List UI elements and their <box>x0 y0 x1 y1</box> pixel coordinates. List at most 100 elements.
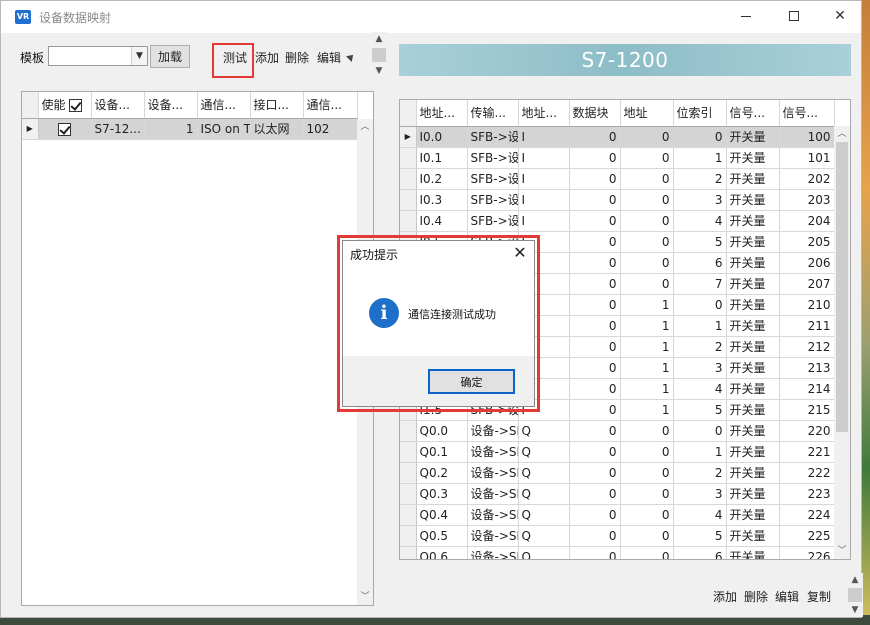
table-cell[interactable]: 开关量 <box>726 525 780 547</box>
table-cell[interactable]: 205 <box>779 231 835 253</box>
maximize-button[interactable] <box>771 1 817 31</box>
column-header[interactable]: 设备... <box>91 92 145 119</box>
table-cell[interactable]: 101 <box>779 147 835 169</box>
table-cell[interactable]: 0 <box>620 189 674 211</box>
table-cell[interactable]: 1 <box>620 294 674 316</box>
table-cell[interactable]: 设备->SFB <box>467 441 519 463</box>
table-cell[interactable]: 开关量 <box>726 336 780 358</box>
scroll-down-icon[interactable]: ▼ <box>847 603 863 617</box>
table-cell[interactable]: 222 <box>779 462 835 484</box>
table-cell[interactable]: 0 <box>620 231 674 253</box>
table-cell[interactable]: 1 <box>144 118 198 140</box>
column-header[interactable]: 信号... <box>726 100 780 127</box>
table-cell[interactable]: 221 <box>779 441 835 463</box>
table-row[interactable]: I0.2SFB->设备I002开关量202 <box>400 168 835 190</box>
table-cell[interactable]: 202 <box>779 168 835 190</box>
table-row[interactable]: ▶ S7-12... 1 ISO on TCP 以太网 102 <box>22 118 358 140</box>
table-cell[interactable]: 0 <box>569 399 621 421</box>
table-cell[interactable]: 0 <box>569 168 621 190</box>
table-cell[interactable]: 开关量 <box>726 168 780 190</box>
table-cell[interactable]: 223 <box>779 483 835 505</box>
bottom-delete-button[interactable]: 删除 <box>744 588 768 605</box>
table-row[interactable]: Q0.4设备->SFBQ004开关量224 <box>400 504 835 526</box>
table-cell[interactable]: SFB->设备 <box>467 210 519 232</box>
table-cell[interactable]: 设备->SFB <box>467 504 519 526</box>
table-cell[interactable]: 0 <box>569 336 621 358</box>
table-cell[interactable]: 设备->SFB <box>467 420 519 442</box>
table-cell[interactable]: 0 <box>620 546 674 559</box>
table-cell[interactable]: Q <box>518 525 570 547</box>
table-cell[interactable]: 开关量 <box>726 357 780 379</box>
table-cell[interactable]: 0 <box>620 168 674 190</box>
table-cell[interactable]: 211 <box>779 315 835 337</box>
table-row[interactable]: Q0.0设备->SFBQ000开关量220 <box>400 420 835 442</box>
table-cell[interactable]: 0 <box>569 252 621 274</box>
table-cell[interactable]: 开关量 <box>726 462 780 484</box>
table-cell[interactable]: 1 <box>673 441 727 463</box>
table-cell[interactable]: 207 <box>779 273 835 295</box>
right-grid-scrollbar[interactable]: ︿ ﹀ <box>834 126 850 559</box>
table-cell[interactable]: 0 <box>569 294 621 316</box>
table-row[interactable]: I0.4SFB->设备I004开关量204 <box>400 210 835 232</box>
table-cell[interactable]: 开关量 <box>726 294 780 316</box>
table-cell[interactable]: 开关量 <box>726 483 780 505</box>
table-cell[interactable]: 0 <box>620 126 674 148</box>
table-cell[interactable]: 225 <box>779 525 835 547</box>
select-all-checkbox[interactable] <box>69 99 83 113</box>
table-cell[interactable]: 0 <box>673 126 727 148</box>
table-cell[interactable]: SFB->设备 <box>467 189 519 211</box>
table-cell[interactable]: I0.2 <box>416 168 468 190</box>
table-cell[interactable]: Q <box>518 441 570 463</box>
table-cell[interactable]: 100 <box>779 126 835 148</box>
table-cell[interactable]: I <box>518 210 570 232</box>
table-cell[interactable]: Q0.3 <box>416 483 468 505</box>
column-header[interactable]: 地址... <box>518 100 570 127</box>
table-cell[interactable]: 0 <box>620 273 674 295</box>
table-cell[interactable]: 226 <box>779 546 835 559</box>
table-cell[interactable]: 3 <box>673 189 727 211</box>
table-cell[interactable]: 开关量 <box>726 273 780 295</box>
dialog-close-button[interactable]: ✕ <box>509 243 531 263</box>
bottom-toolbar-scrollbar[interactable]: ▲ ▼ <box>847 573 863 617</box>
table-cell[interactable]: Q <box>518 483 570 505</box>
table-cell[interactable]: Q <box>518 420 570 442</box>
table-cell[interactable]: Q0.6 <box>416 546 468 559</box>
table-row[interactable]: Q0.5设备->SFBQ005开关量225 <box>400 525 835 547</box>
scroll-up-icon[interactable]: ▲ <box>371 32 387 46</box>
table-cell[interactable]: 0 <box>569 357 621 379</box>
table-cell[interactable]: 4 <box>673 210 727 232</box>
test-button[interactable]: 测试 <box>223 49 247 66</box>
scroll-up-icon[interactable]: ︿ <box>834 126 850 142</box>
table-cell[interactable]: 3 <box>673 483 727 505</box>
table-cell[interactable]: 0 <box>673 420 727 442</box>
table-cell[interactable]: 开关量 <box>726 315 780 337</box>
table-cell[interactable]: Q0.2 <box>416 462 468 484</box>
column-header[interactable]: 传输... <box>467 100 519 127</box>
bottom-add-button[interactable]: 添加 <box>713 588 737 605</box>
table-cell[interactable]: 203 <box>779 189 835 211</box>
table-cell[interactable]: 0 <box>569 462 621 484</box>
table-cell[interactable]: I0.3 <box>416 189 468 211</box>
table-cell[interactable]: 0 <box>620 252 674 274</box>
table-cell[interactable]: 0 <box>620 441 674 463</box>
table-cell[interactable]: 0 <box>673 294 727 316</box>
table-cell[interactable]: 0 <box>569 273 621 295</box>
table-row[interactable]: ▶I0.0SFB->设备I000开关量100 <box>400 126 835 148</box>
table-cell[interactable]: 2 <box>673 462 727 484</box>
table-cell[interactable]: 3 <box>673 357 727 379</box>
table-cell[interactable]: 5 <box>673 399 727 421</box>
enable-checkbox[interactable] <box>58 122 71 136</box>
column-header[interactable]: 设备... <box>144 92 198 119</box>
scroll-up-icon[interactable]: ︿ <box>357 119 373 135</box>
table-cell[interactable]: 开关量 <box>726 126 780 148</box>
table-cell[interactable]: 210 <box>779 294 835 316</box>
table-cell[interactable]: 0 <box>569 147 621 169</box>
table-cell[interactable]: ISO on TCP <box>197 118 251 140</box>
toolbar-scrollbar[interactable]: ▲ ▼ <box>371 32 387 80</box>
table-cell[interactable]: 0 <box>620 483 674 505</box>
table-cell[interactable]: 0 <box>620 210 674 232</box>
table-cell[interactable]: 0 <box>620 525 674 547</box>
table-row[interactable]: Q0.3设备->SFBQ003开关量223 <box>400 483 835 505</box>
table-cell[interactable]: 1 <box>673 315 727 337</box>
table-cell[interactable]: 102 <box>303 118 358 140</box>
